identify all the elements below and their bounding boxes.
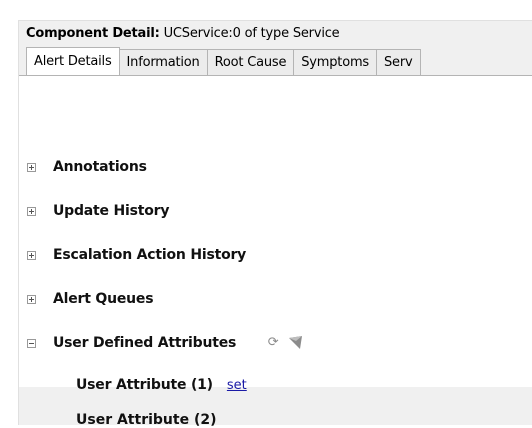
expand-icon[interactable] — [27, 294, 36, 304]
tab-symptoms[interactable]: Symptoms — [294, 49, 377, 75]
component-detail-title: Component Detail: UCService:0 of type Se… — [26, 26, 340, 41]
section-escalation-action-history[interactable]: Escalation Action History — [27, 245, 246, 265]
tab-bar: Alert Details Information Root Cause Sym… — [26, 47, 421, 75]
collapse-icon[interactable] — [27, 338, 36, 348]
expand-icon[interactable] — [27, 250, 36, 260]
component-detail-value: UCService:0 of type Service — [163, 26, 340, 41]
tab-root-cause[interactable]: Root Cause — [207, 49, 295, 75]
set-link[interactable]: set — [227, 378, 247, 393]
tab-alert-details[interactable]: Alert Details — [26, 47, 120, 75]
user-attribute-row: User Attribute (2) — [76, 412, 217, 428]
section-label: Update History — [53, 203, 170, 219]
expand-icon[interactable] — [27, 162, 36, 172]
section-label: Escalation Action History — [53, 247, 247, 263]
section-label: Annotations — [53, 159, 147, 175]
refresh-icon[interactable]: ⟳ — [267, 336, 279, 349]
section-label: User Defined Attributes — [53, 335, 237, 351]
section-alert-queues[interactable]: Alert Queues — [27, 289, 154, 309]
user-attribute-label: User Attribute (1) — [76, 377, 213, 393]
flag-icon[interactable] — [288, 336, 304, 350]
section-annotations[interactable]: Annotations — [27, 157, 147, 177]
section-user-defined-attributes[interactable]: User Defined Attributes ⟳ — [27, 333, 304, 353]
section-update-history[interactable]: Update History — [27, 201, 170, 221]
tab-services[interactable]: Serv — [377, 49, 421, 75]
component-detail-label: Component Detail: — [26, 26, 160, 41]
section-label: Alert Queues — [53, 291, 154, 307]
tab-information[interactable]: Information — [119, 49, 208, 75]
expand-icon[interactable] — [27, 206, 36, 216]
user-attribute-row: User Attribute (1) set — [76, 377, 247, 393]
